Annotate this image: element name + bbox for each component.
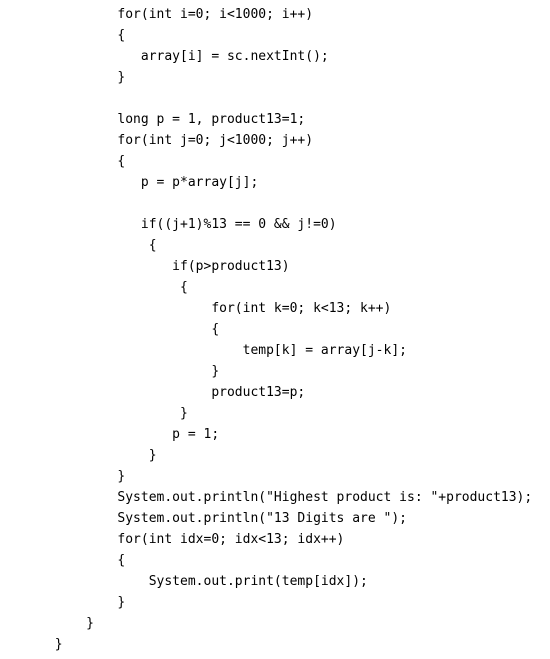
code-block: for(int i=0; i<1000; i++) { array[i] = s… [0, 0, 550, 655]
code-content: for(int i=0; i<1000; i++) { array[i] = s… [0, 7, 532, 652]
